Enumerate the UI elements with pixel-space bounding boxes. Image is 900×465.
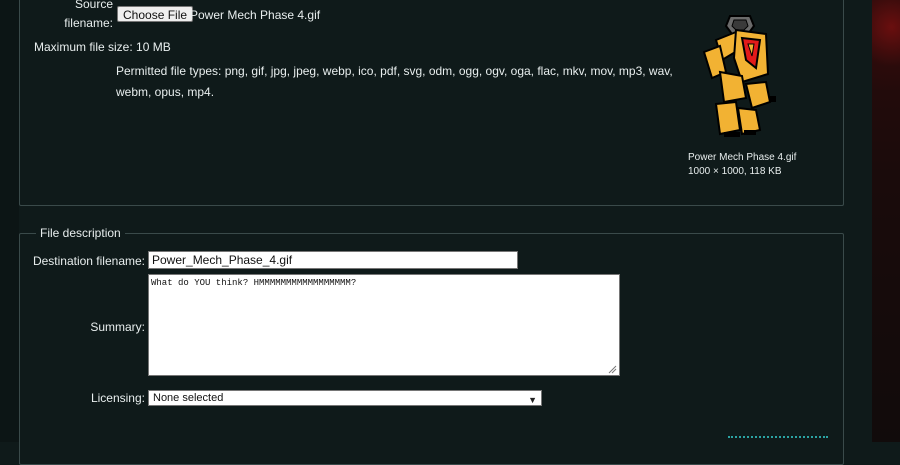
licensing-selected-value: None selected	[153, 392, 224, 404]
power-mech-robot-icon[interactable]	[690, 12, 790, 140]
summary-textarea[interactable]: What do YOU think? HMMMMMMMMMMMMMMMMM?	[148, 274, 620, 376]
source-label-line2: filename:	[64, 16, 113, 30]
choose-file-button[interactable]: Choose File	[117, 6, 194, 22]
permitted-line-1: Permitted file types: png, gif, jpg, jpe…	[116, 64, 673, 78]
chevron-down-icon: ▼	[528, 395, 537, 405]
licensing-select[interactable]: None selected ▼	[148, 390, 542, 406]
destination-filename-input[interactable]: Power_Mech_Phase_4.gif	[148, 251, 518, 269]
bottom-link-partial[interactable]	[728, 436, 828, 444]
resize-grip-icon[interactable]	[607, 364, 617, 374]
preview-caption-name: Power Mech Phase 4.gif	[688, 152, 797, 163]
permitted-file-types: Permitted file types: png, gif, jpg, jpe…	[116, 61, 676, 103]
source-label-line1: Source	[74, 0, 113, 11]
summary-label: Summary:	[90, 320, 145, 334]
max-file-size: Maximum file size: 10 MB	[34, 40, 171, 54]
left-sidebar	[0, 0, 19, 442]
permitted-line-2: webm, opus, mp4.	[116, 85, 215, 99]
file-description-legend: File description	[36, 226, 125, 240]
preview-caption-info: 1000 × 1000, 118 KB	[688, 166, 782, 177]
licensing-label: Licensing:	[90, 391, 145, 405]
right-edge-background	[872, 0, 900, 442]
chosen-filename: Power Mech Phase 4.gif	[190, 8, 321, 22]
destination-filename-label: Destination filename:	[32, 254, 145, 268]
